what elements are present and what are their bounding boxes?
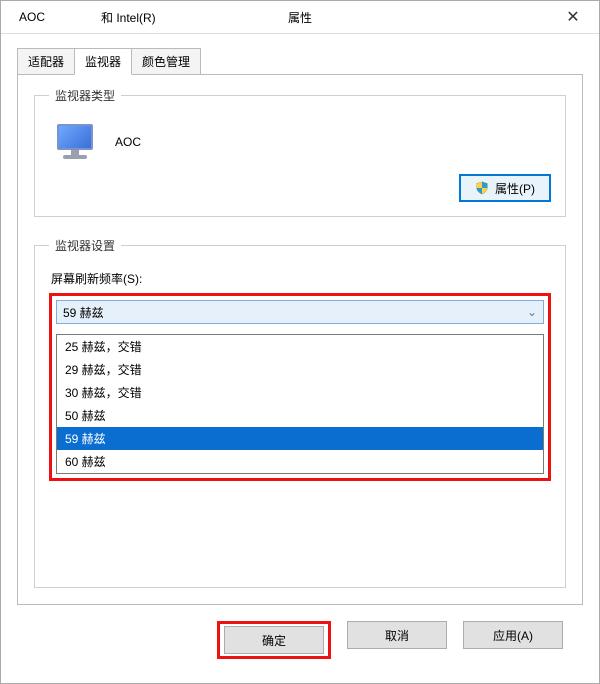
- ok-button[interactable]: 确定: [224, 626, 324, 654]
- refresh-option[interactable]: 50 赫兹: [57, 404, 543, 427]
- title-left: AOC: [19, 10, 45, 24]
- title-center: 属性: [288, 9, 312, 26]
- tab-page-monitor: 监视器类型 AOC: [17, 74, 583, 605]
- close-button[interactable]: ✕: [553, 3, 593, 31]
- highlight-refresh-area: 59 赫兹 ⌄ 25 赫兹，交错 29 赫兹，交错 30 赫兹，交错 50 赫兹…: [49, 293, 551, 481]
- refresh-option[interactable]: 30 赫兹，交错: [57, 381, 543, 404]
- group-monitor-settings-label: 监视器设置: [49, 237, 121, 254]
- title-mid: 和 Intel(R): [101, 9, 156, 26]
- refresh-option[interactable]: 60 赫兹: [57, 450, 543, 473]
- refresh-option-selected[interactable]: 59 赫兹: [57, 427, 543, 450]
- refresh-rate-listbox[interactable]: 25 赫兹，交错 29 赫兹，交错 30 赫兹，交错 50 赫兹 59 赫兹 6…: [56, 334, 544, 474]
- group-monitor-settings: 监视器设置 屏幕刷新频率(S): 59 赫兹 ⌄ 25 赫兹，交错 29 赫兹，…: [34, 237, 566, 588]
- content-area: 适配器 监视器 颜色管理 监视器类型 AOC: [1, 33, 599, 683]
- group-monitor-type: 监视器类型 AOC: [34, 87, 566, 217]
- monitor-icon: [53, 120, 99, 164]
- refresh-rate-select[interactable]: 59 赫兹 ⌄: [56, 300, 544, 324]
- apply-button[interactable]: 应用(A): [463, 621, 563, 649]
- chevron-down-icon: ⌄: [527, 305, 537, 319]
- properties-button-label: 属性(P): [495, 180, 535, 197]
- monitor-name: AOC: [115, 135, 141, 149]
- monitor-type-row: AOC: [49, 116, 551, 164]
- cancel-button[interactable]: 取消: [347, 621, 447, 649]
- properties-window: AOC 和 Intel(R) 属性 ✕ 适配器 监视器 颜色管理 监视器类型 A…: [0, 0, 600, 684]
- highlight-ok-button: 确定: [217, 621, 331, 659]
- tab-monitor[interactable]: 监视器: [74, 48, 132, 75]
- properties-button-row: 属性(P): [49, 174, 551, 202]
- properties-button[interactable]: 属性(P): [459, 174, 551, 202]
- refresh-rate-label: 屏幕刷新频率(S):: [51, 270, 551, 287]
- uac-shield-icon: [475, 181, 489, 195]
- group-monitor-type-label: 监视器类型: [49, 87, 121, 104]
- refresh-rate-selected: 59 赫兹: [63, 304, 104, 321]
- refresh-option[interactable]: 29 赫兹，交错: [57, 358, 543, 381]
- dialog-footer: 确定 取消 应用(A): [17, 605, 583, 675]
- titlebar: AOC 和 Intel(R) 属性 ✕: [1, 1, 599, 33]
- refresh-option[interactable]: 25 赫兹，交错: [57, 335, 543, 358]
- tab-adapter[interactable]: 适配器: [17, 48, 75, 75]
- tab-strip: 适配器 监视器 颜色管理: [17, 48, 583, 75]
- tab-color[interactable]: 颜色管理: [131, 48, 201, 75]
